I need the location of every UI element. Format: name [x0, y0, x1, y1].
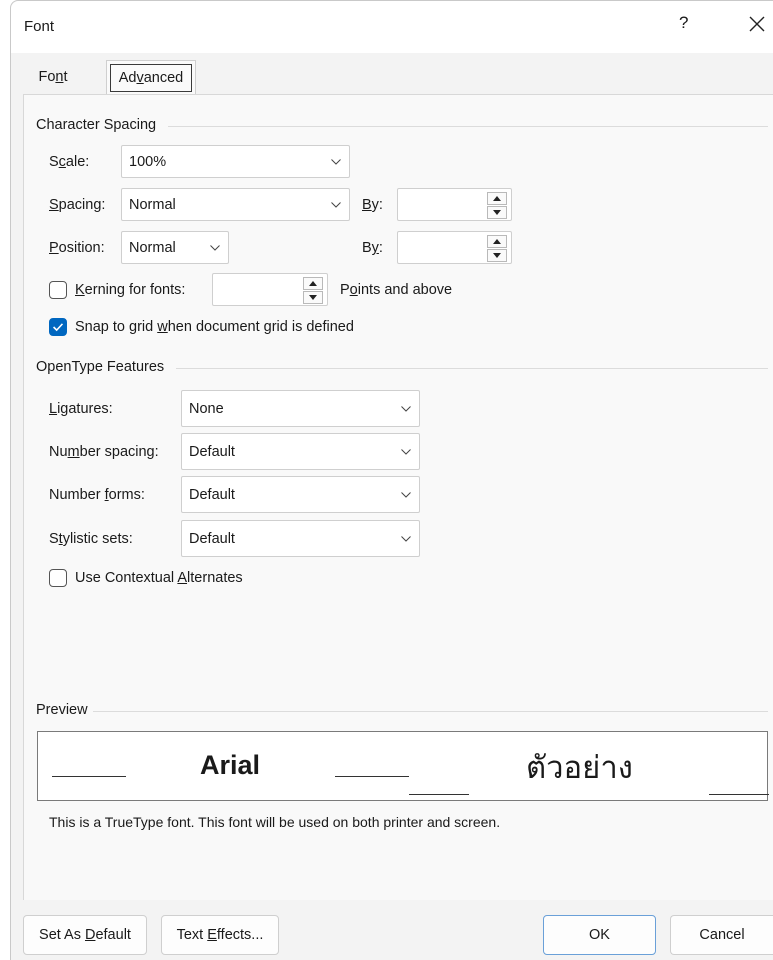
chevron-down-icon: [210, 245, 220, 251]
spin-up-button[interactable]: [487, 235, 507, 248]
stylistic-sets-dropdown[interactable]: Default: [181, 520, 420, 557]
position-value: Normal: [129, 240, 176, 256]
spacing-value: Normal: [129, 197, 176, 213]
ok-button[interactable]: OK: [543, 915, 656, 955]
close-icon[interactable]: [746, 13, 768, 35]
kerning-spinner[interactable]: [212, 273, 328, 306]
preview-heading: Preview: [36, 702, 88, 718]
position-dropdown[interactable]: Normal: [121, 231, 229, 264]
stylistic-sets-label: Stylistic sets:: [49, 531, 133, 547]
scale-dropdown[interactable]: 100%: [121, 145, 350, 178]
contextual-alternates-label: Use Contextual Alternates: [75, 570, 243, 586]
text-effects-button[interactable]: Text Effects...: [161, 915, 279, 955]
ligatures-label: Ligatures:: [49, 401, 113, 417]
tab-font[interactable]: Font: [23, 60, 83, 94]
kerning-suffix: Points and above: [340, 282, 453, 298]
spacing-by-label: By:: [362, 197, 383, 213]
spin-up-button[interactable]: [487, 192, 507, 205]
group-divider: [93, 711, 768, 712]
spinner-buttons: [487, 192, 507, 220]
chevron-down-icon: [401, 406, 411, 412]
number-spacing-dropdown[interactable]: Default: [181, 433, 420, 470]
chevron-down-icon: [401, 492, 411, 498]
snap-to-grid-checkbox[interactable]: [49, 318, 67, 336]
spinner-buttons: [303, 277, 323, 305]
cancel-button[interactable]: Cancel: [670, 915, 773, 955]
group-divider: [168, 126, 768, 127]
ligatures-dropdown[interactable]: None: [181, 390, 420, 427]
title-bar: Font ?: [11, 1, 773, 53]
position-label: Position:: [49, 240, 105, 256]
stylistic-sets-value: Default: [189, 531, 235, 547]
number-forms-value: Default: [189, 487, 235, 503]
tab-font-label: Font: [38, 69, 68, 85]
ligatures-value: None: [189, 401, 224, 417]
chevron-down-icon: [331, 159, 341, 165]
chevron-down-icon: [331, 202, 341, 208]
number-forms-dropdown[interactable]: Default: [181, 476, 420, 513]
character-spacing-heading: Character Spacing: [36, 117, 157, 133]
spin-down-button[interactable]: [487, 206, 507, 219]
spacing-by-spinner[interactable]: [397, 188, 512, 221]
position-by-label: By:: [362, 240, 383, 256]
preview-baseline: [409, 794, 469, 795]
spinner-buttons: [487, 235, 507, 263]
scale-label: Scale:: [49, 154, 90, 170]
number-spacing-label: Number spacing:: [49, 444, 159, 460]
preview-thai-sample: ตัวอย่าง: [526, 750, 633, 786]
number-spacing-value: Default: [189, 444, 235, 460]
kerning-checkbox[interactable]: [49, 281, 67, 299]
kerning-label: Kerning for fonts:: [75, 282, 186, 298]
set-as-default-button[interactable]: Set As Default: [23, 915, 147, 955]
spin-up-button[interactable]: [303, 277, 323, 290]
preview-baseline: [709, 794, 769, 795]
opentype-heading: OpenType Features: [36, 359, 165, 375]
spin-down-button[interactable]: [487, 249, 507, 262]
dialog-title: Font: [24, 18, 55, 35]
tab-focus-ring: [110, 64, 192, 92]
number-forms-label: Number forms:: [49, 487, 145, 503]
help-button[interactable]: ?: [679, 13, 688, 33]
scale-value: 100%: [129, 154, 167, 170]
checkmark-icon: [52, 323, 64, 332]
preview-baseline: [335, 776, 409, 777]
preview-latin-sample: Arial: [200, 750, 261, 780]
position-by-spinner[interactable]: [397, 231, 512, 264]
contextual-alternates-checkbox[interactable]: [49, 569, 67, 587]
preview-baseline: [52, 776, 126, 777]
spacing-dropdown[interactable]: Normal: [121, 188, 350, 221]
group-divider: [176, 368, 768, 369]
tab-advanced[interactable]: Advanced: [106, 60, 196, 95]
preview-box: Arial ตัวอย่าง: [37, 731, 769, 801]
spacing-label: Spacing:: [49, 197, 106, 213]
chevron-down-icon: [401, 449, 411, 455]
spin-down-button[interactable]: [303, 291, 323, 304]
chevron-down-icon: [401, 536, 411, 542]
snap-to-grid-label: Snap to grid when document grid is defin…: [75, 319, 354, 335]
preview-description: This is a TrueType font. This font will …: [49, 814, 501, 830]
